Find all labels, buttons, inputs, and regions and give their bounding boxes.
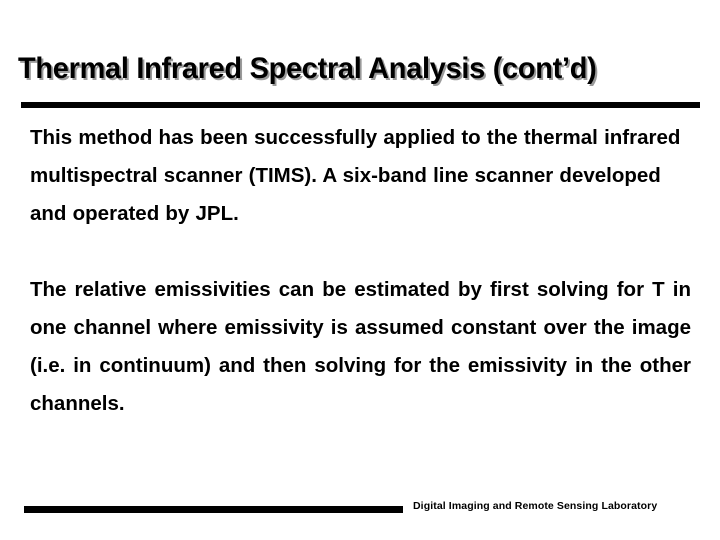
body-paragraph-1: This method has been successfully applie… (30, 126, 681, 225)
page-title: Thermal Infrared Spectral Analysis (cont… (18, 52, 597, 85)
footer-divider (24, 506, 403, 513)
title-divider (21, 102, 700, 108)
body-paragraph-2: The relative emissivities can be estimat… (30, 278, 691, 415)
slide-body: This method has been successfully applie… (30, 119, 691, 423)
slide: Thermal Infrared Spectral Analysis (cont… (0, 0, 720, 540)
footer-lab-name: Digital Imaging and Remote Sensing Labor… (413, 500, 658, 512)
